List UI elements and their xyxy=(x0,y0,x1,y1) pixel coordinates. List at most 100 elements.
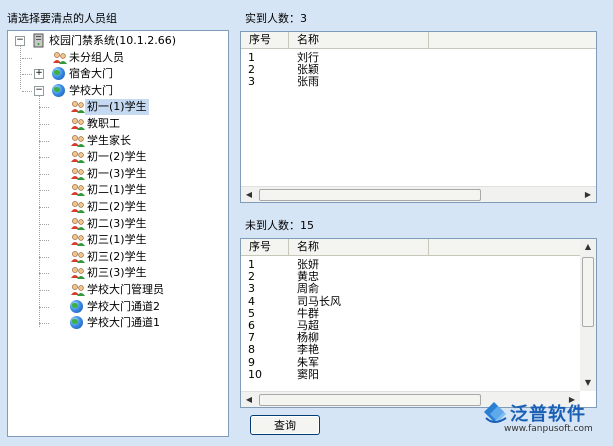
tree-node-label: 初二(3)学生 xyxy=(87,216,147,230)
tree-node-label: 初一(3)学生 xyxy=(87,166,147,180)
tree-node[interactable]: 初三(3)学生 xyxy=(8,265,228,281)
tree-node[interactable]: 学校大门管理员 xyxy=(8,282,228,298)
scroll-thumb[interactable] xyxy=(582,257,594,327)
tree-node[interactable]: 初一(1)学生 xyxy=(8,99,228,116)
globe-icon xyxy=(52,83,65,97)
logo-url-text: www.fanpusoft.com xyxy=(504,424,593,434)
tree-node-label: 校园门禁系统(10.1.2.66) xyxy=(49,34,177,47)
globe-icon xyxy=(70,299,83,313)
table-row[interactable]: 5 牛群 xyxy=(241,307,580,320)
row-index-cell: 1 xyxy=(248,258,255,271)
fanpu-logo: 泛普软件 www.fanpusoft.com xyxy=(480,398,610,440)
row-index-cell: 6 xyxy=(248,319,255,332)
table-row[interactable]: 7 杨柳 xyxy=(241,332,580,344)
table-row[interactable]: 4 司马长风 xyxy=(241,294,580,308)
tree-connector-line xyxy=(39,124,49,125)
tree-node-label: 初二(1)学生 xyxy=(87,183,147,197)
query-button[interactable]: 查询 xyxy=(250,415,320,435)
tree-node-label: 初三(3)学生 xyxy=(87,266,147,280)
collapse-icon[interactable]: − xyxy=(15,36,25,46)
scroll-thumb[interactable] xyxy=(259,394,481,406)
group-icon xyxy=(71,201,85,213)
group-icon xyxy=(71,284,85,296)
tree-node-label: 初三(2)学生 xyxy=(87,249,147,263)
row-name-cell: 刘行 xyxy=(297,51,319,64)
table-row[interactable]: 1 刘行 xyxy=(241,52,596,64)
present-table-header: 序号 名称 xyxy=(241,32,596,49)
group-icon xyxy=(71,184,85,197)
tree-node-label: 教职工 xyxy=(87,117,120,130)
tree-node[interactable]: 未分组人员 xyxy=(8,50,228,66)
row-index-cell: 2 xyxy=(248,270,255,284)
tree-node[interactable]: 学校大门通道1 xyxy=(8,315,228,331)
table-row[interactable]: 8 李艳 xyxy=(241,344,580,356)
absent-vertical-scrollbar[interactable]: ▲ ▼ xyxy=(580,239,596,391)
tree-connector-line xyxy=(39,256,49,258)
tree-connector-line xyxy=(39,140,49,142)
tree-node[interactable]: 学校大门通道2 xyxy=(8,299,228,315)
tree-node-label: 初一(1)学生 xyxy=(85,99,149,116)
logo-brand-text: 泛普软件 xyxy=(510,404,586,425)
group-icon xyxy=(71,151,85,164)
row-name-cell: 李艳 xyxy=(297,343,319,357)
scroll-down-arrow-icon[interactable]: ▼ xyxy=(580,375,596,391)
scroll-thumb[interactable] xyxy=(259,189,481,201)
tree-node[interactable]: 初三(2)学生 xyxy=(8,249,228,265)
tree-connector-line xyxy=(39,323,49,325)
absent-table[interactable]: 序号 名称 1 张妍 2 黄忠 3 周俞 4 司马长风 5 牛群 6 马超 7 杨柳 8 李艳 9 朱军 10 窦阳 … xyxy=(240,238,597,408)
group-icon xyxy=(71,118,85,130)
tree-title: 请选择要清点的人员组 xyxy=(7,12,117,25)
tree-node-label: 学校大门 xyxy=(69,83,113,97)
tree-connector-line xyxy=(39,273,49,275)
tree-node[interactable]: − 校园门禁系统(10.1.2.66) xyxy=(8,33,228,49)
tree-connector-line xyxy=(39,290,49,291)
tree-node[interactable]: 初二(3)学生 xyxy=(8,216,228,232)
tree-connector-line xyxy=(22,57,32,59)
row-index-cell: 10 xyxy=(248,367,262,381)
scroll-left-arrow-icon[interactable]: ◀ xyxy=(241,187,257,202)
tree-node[interactable]: 教职工 xyxy=(8,116,228,132)
table-row[interactable]: 3 周俞 xyxy=(241,283,580,295)
tree-node-label: 初一(2)学生 xyxy=(87,150,147,164)
tree-connector-line xyxy=(39,207,49,208)
tree-node[interactable]: 学生家长 xyxy=(8,133,228,149)
group-icon xyxy=(71,250,85,263)
tree-node-label: 学校大门通道2 xyxy=(87,299,160,313)
group-icon xyxy=(71,134,85,147)
table-row[interactable]: 3 张雨 xyxy=(241,76,596,88)
scroll-right-arrow-icon[interactable]: ▶ xyxy=(580,187,596,202)
collapse-icon[interactable]: − xyxy=(34,85,44,96)
tree-node[interactable]: − 学校大门 xyxy=(8,83,228,99)
tree-connector-line xyxy=(39,107,49,109)
column-header-name[interactable]: 名称 xyxy=(289,32,429,48)
row-name-cell: 周俞 xyxy=(297,282,319,296)
present-horizontal-scrollbar[interactable]: ◀ ▶ xyxy=(241,186,596,202)
tree-node[interactable]: 初二(1)学生 xyxy=(8,182,228,198)
tree-node[interactable]: + 宿舍大门 xyxy=(8,66,228,82)
table-row[interactable]: 2 黄忠 xyxy=(241,271,580,283)
group-icon xyxy=(71,217,85,230)
tree-node-label: 初二(2)学生 xyxy=(87,200,147,213)
group-tree[interactable]: − 校园门禁系统(10.1.2.66) 未分组人员 + 宿舍大门 − 学校大门初一(1)学生… xyxy=(7,30,229,437)
tree-connector-line xyxy=(39,223,49,225)
row-index-cell: 9 xyxy=(248,355,255,369)
row-name-cell: 司马长风 xyxy=(297,294,341,308)
table-row[interactable]: 6 马超 xyxy=(241,320,580,332)
tree-node[interactable]: 初一(2)学生 xyxy=(8,149,228,165)
present-table[interactable]: 序号 名称 1 刘行 2 张颖 3 张雨 ◀ ▶ xyxy=(240,31,597,203)
column-header-index[interactable]: 序号 xyxy=(241,32,289,48)
table-row[interactable]: 9 朱军 xyxy=(241,355,580,369)
group-icon xyxy=(71,101,85,114)
group-icon xyxy=(71,167,85,180)
expand-icon[interactable]: + xyxy=(34,69,44,80)
row-index-cell: 3 xyxy=(248,75,255,89)
tree-node[interactable]: 初二(2)学生 xyxy=(8,199,228,215)
table-row[interactable]: 10 窦阳 xyxy=(241,367,580,381)
table-row[interactable]: 1 张妍 xyxy=(241,259,580,271)
tree-connector-line xyxy=(39,157,49,159)
scroll-up-arrow-icon[interactable]: ▲ xyxy=(580,239,596,255)
tree-node[interactable]: 初三(1)学生 xyxy=(8,232,228,248)
tree-node[interactable]: 初一(3)学生 xyxy=(8,166,228,182)
table-row[interactable]: 2 张颖 xyxy=(241,64,596,76)
scroll-left-arrow-icon[interactable]: ◀ xyxy=(241,392,257,407)
